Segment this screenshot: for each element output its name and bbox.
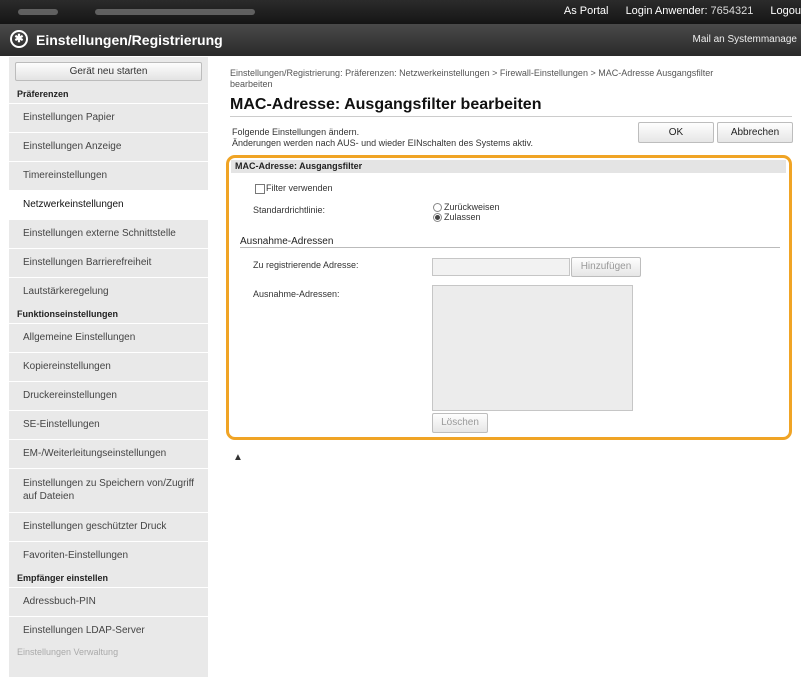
sidebar-item-secure-print[interactable]: Einstellungen geschützter Druck — [9, 512, 208, 541]
login-id: 7654321 — [710, 5, 754, 17]
info-line-1: Folgende Einstellungen ändern. — [232, 127, 360, 137]
exceptions-divider — [240, 247, 780, 248]
sidebar-item-network[interactable]: Netzwerkeinstellungen — [9, 190, 208, 219]
mail-admin-link[interactable]: Mail an Systemmanage — [693, 34, 798, 45]
info-text: Folgende Einstellungen ändern. Änderunge… — [232, 127, 533, 149]
sidebar-section-recipients: Empfänger einstellen — [17, 573, 109, 583]
sidebar-item-accessibility[interactable]: Einstellungen Barrierefreiheit — [9, 248, 208, 277]
back-to-top-icon[interactable]: ▲ — [233, 452, 243, 463]
panel-heading: MAC-Adresse: Ausgangsfilter — [231, 160, 786, 173]
portal-link[interactable]: As Portal — [564, 5, 609, 17]
policy-reject-radio[interactable] — [433, 203, 442, 212]
exceptions-heading: Ausnahme-Adressen — [240, 236, 334, 247]
top-bar-links: As Portal Login Anwender: 7654321 Logou — [550, 5, 801, 17]
info-line-2: Änderungen werden nach AUS- und wieder E… — [232, 138, 533, 148]
register-address-label: Zu registrierende Adresse: — [253, 260, 359, 270]
sidebar-item-forwarding[interactable]: EM-/Weiterleitungseinstellungen — [9, 439, 208, 468]
sidebar-item-general[interactable]: Allgemeine Einstellungen — [9, 323, 208, 352]
login-label: Login Anwender: — [625, 5, 708, 17]
sidebar-item-ldap[interactable]: Einstellungen LDAP-Server — [9, 616, 208, 645]
sidebar-item-file-storage[interactable]: Einstellungen zu Speichern von/Zugriff a… — [9, 468, 208, 512]
title-bar: ✱ Einstellungen/Registrierung Mail an Sy… — [0, 24, 801, 56]
exception-addresses-list[interactable] — [432, 285, 633, 411]
logout-link[interactable]: Logou — [770, 5, 801, 17]
blurred-device-name — [18, 9, 58, 15]
sidebar-item-paper[interactable]: Einstellungen Papier — [9, 103, 208, 132]
ok-button[interactable]: OK — [638, 122, 714, 143]
use-filter-checkbox[interactable] — [255, 184, 265, 194]
sidebar-item-addressbook-pin[interactable]: Adressbuch-PIN — [9, 587, 208, 616]
title-divider — [230, 116, 792, 117]
sidebar-item-se[interactable]: SE-Einstellungen — [9, 410, 208, 439]
sidebar-section-preferences: Präferenzen — [17, 89, 69, 99]
default-policy-label: Standardrichtlinie: — [253, 205, 326, 215]
settings-logo-icon: ✱ — [10, 30, 28, 48]
sidebar: Gerät neu starten Präferenzen Einstellun… — [9, 57, 208, 677]
policy-allow-radio[interactable] — [433, 213, 442, 222]
sidebar-item-copy[interactable]: Kopiereinstellungen — [9, 352, 208, 381]
exception-addresses-label: Ausnahme-Adressen: — [253, 289, 340, 299]
cancel-button[interactable]: Abbrechen — [717, 122, 793, 143]
sidebar-item-timer[interactable]: Timereinstellungen — [9, 161, 208, 190]
sidebar-section-functions: Funktionseinstellungen — [17, 309, 119, 319]
register-address-input[interactable] — [432, 258, 570, 276]
blurred-device-model — [95, 9, 255, 15]
sidebar-item-favorites[interactable]: Favoriten-Einstellungen — [9, 541, 208, 570]
add-button[interactable]: Hinzufügen — [571, 257, 641, 277]
use-filter-label: Filter verwenden — [266, 183, 333, 193]
top-bar: As Portal Login Anwender: 7654321 Logou — [0, 0, 801, 24]
app-title: Einstellungen/Registrierung — [36, 32, 223, 48]
restart-device-button[interactable]: Gerät neu starten — [15, 62, 202, 81]
sidebar-item-volume[interactable]: Lautstärkeregelung — [9, 277, 208, 306]
sidebar-item-display[interactable]: Einstellungen Anzeige — [9, 132, 208, 161]
policy-reject-label: Zurückweisen — [444, 202, 500, 212]
sidebar-item-printer[interactable]: Druckereinstellungen — [9, 381, 208, 410]
policy-allow-label: Zulassen — [444, 212, 481, 222]
page-title: MAC-Adresse: Ausgangsfilter bearbeiten — [230, 96, 542, 113]
breadcrumb: Einstellungen/Registrierung: Präferenzen… — [230, 68, 714, 89]
sidebar-section-management[interactable]: Einstellungen Verwaltung — [9, 645, 208, 661]
sidebar-item-external-interface[interactable]: Einstellungen externe Schnittstelle — [9, 219, 208, 248]
delete-button[interactable]: Löschen — [432, 413, 488, 433]
